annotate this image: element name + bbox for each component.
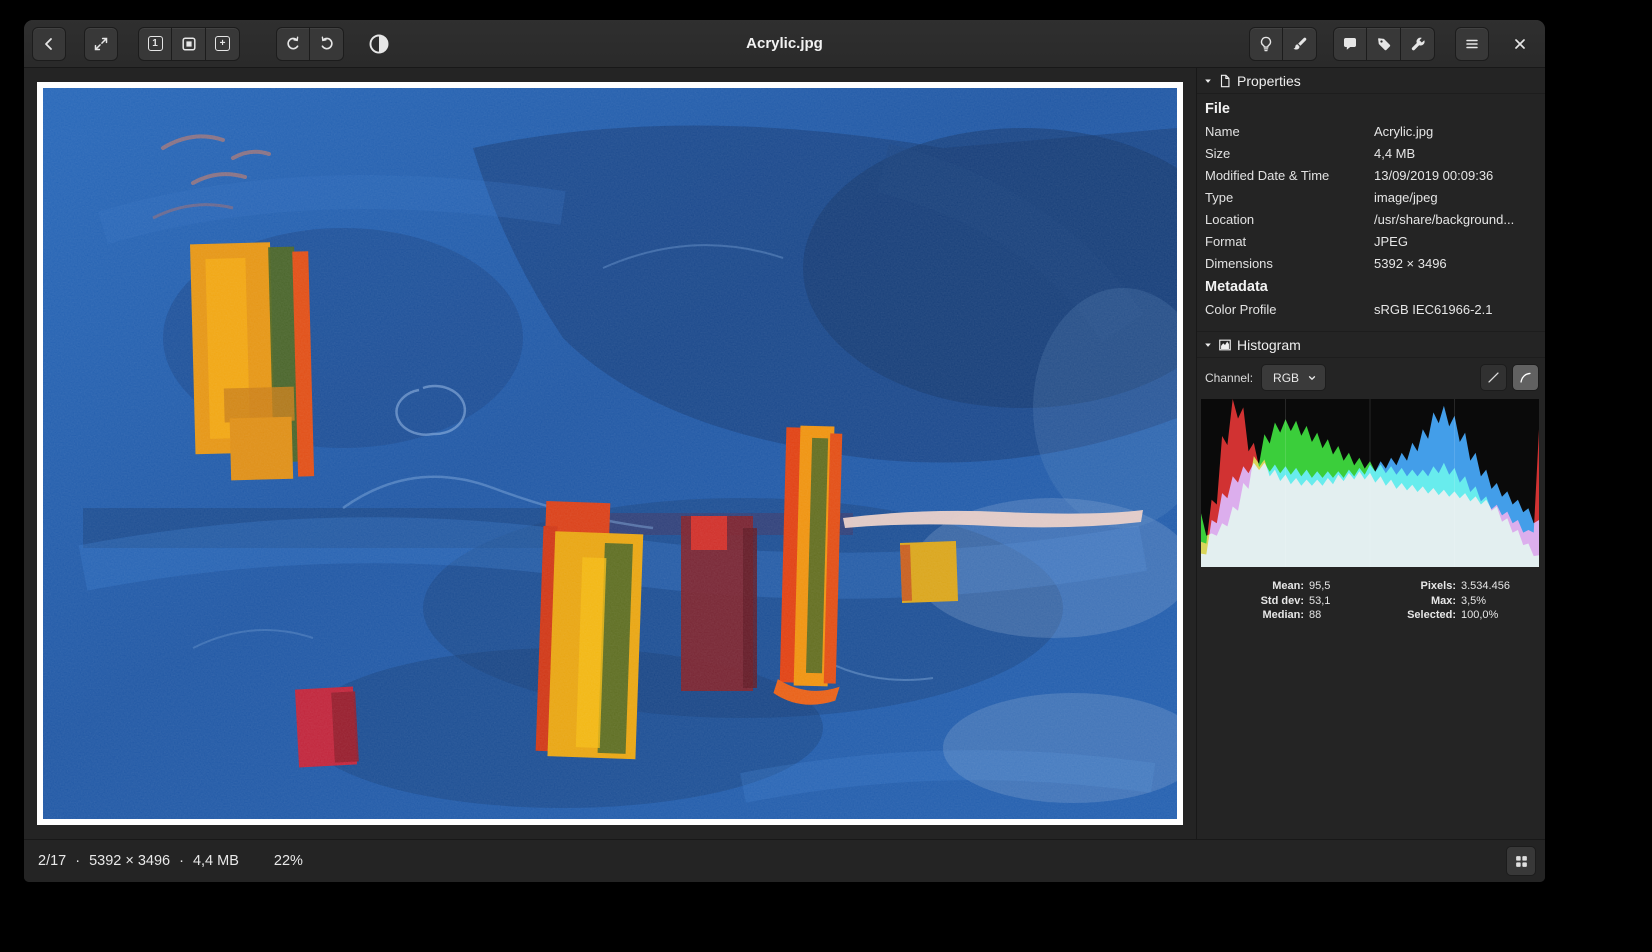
channel-label: Channel: xyxy=(1205,371,1253,385)
prop-row-dimensions: Dimensions 5392 × 3496 xyxy=(1205,253,1537,275)
contrast-circle-icon xyxy=(368,33,390,55)
tags-button[interactable] xyxy=(1367,27,1401,61)
enhance-button[interactable] xyxy=(1249,27,1283,61)
stat-value-mean: 95,5 xyxy=(1309,579,1387,594)
lightbulb-icon xyxy=(1258,36,1274,52)
document-icon xyxy=(1218,74,1232,88)
stat-value-selected: 100,0% xyxy=(1461,608,1541,623)
scale-button-group xyxy=(1480,364,1539,391)
histogram-stats: Mean: 95,5 Pixels: 3.534.456 Std dev: 53… xyxy=(1197,571,1545,623)
histogram-icon xyxy=(1218,338,1232,352)
statusbar-separator: · xyxy=(179,853,184,869)
stat-label-median: Median: xyxy=(1197,608,1309,623)
zoom-original-button[interactable]: 1 xyxy=(138,27,172,61)
toolbar-right xyxy=(1249,27,1537,61)
histogram-panel-title: Histogram xyxy=(1237,337,1301,353)
statusbar-dimensions: 5392 × 3496 xyxy=(89,853,170,869)
log-scale-button[interactable] xyxy=(1512,364,1539,391)
rotate-left-button[interactable] xyxy=(276,27,310,61)
linear-scale-icon xyxy=(1487,371,1500,384)
wrench-icon xyxy=(1410,36,1426,52)
photo-acrylic-painting[interactable] xyxy=(37,82,1183,825)
histogram-chart xyxy=(1201,399,1539,567)
headerbar: Acrylic.jpg 1 + xyxy=(24,20,1545,68)
channel-row: Channel: RGB xyxy=(1197,358,1545,397)
toolbar-left: 1 + xyxy=(32,27,396,61)
tools-button[interactable] xyxy=(1401,27,1435,61)
rotate-left-icon xyxy=(285,36,301,52)
histogram-plot xyxy=(1201,399,1539,567)
expander-triangle-icon xyxy=(1203,76,1213,86)
statusbar-separator: · xyxy=(75,853,80,869)
channel-dropdown-value: RGB xyxy=(1273,371,1299,385)
statusbar: 2/17 · 5392 × 3496 · 4,4 MB 22% xyxy=(24,839,1545,882)
thumbnails-button[interactable] xyxy=(1506,846,1536,876)
stat-value-median: 88 xyxy=(1309,608,1387,623)
back-button[interactable] xyxy=(32,27,66,61)
stat-label-selected: Selected: xyxy=(1387,608,1461,623)
statusbar-zoom-level: 22% xyxy=(274,853,303,869)
close-button[interactable] xyxy=(1503,27,1537,61)
rotate-button-group xyxy=(276,27,344,61)
close-icon xyxy=(1512,36,1528,52)
stat-label-stddev: Std dev: xyxy=(1197,594,1309,609)
properties-table: File Name Acrylic.jpg Size 4,4 MB Modifi… xyxy=(1197,94,1545,331)
zoom-button-group: 1 + xyxy=(138,27,240,61)
hamburger-icon xyxy=(1464,36,1480,52)
annotation-group xyxy=(1333,27,1435,61)
statusbar-position: 2/17 xyxy=(38,853,66,869)
tag-icon xyxy=(1376,36,1392,52)
section-title-file: File xyxy=(1205,97,1537,121)
linear-scale-button[interactable] xyxy=(1480,364,1507,391)
stat-label-mean: Mean: xyxy=(1197,579,1309,594)
stat-value-max: 3,5% xyxy=(1461,594,1541,609)
log-scale-icon xyxy=(1519,371,1532,384)
enhance-edit-group xyxy=(1249,27,1317,61)
comment-button[interactable] xyxy=(1333,27,1367,61)
stat-value-pixels: 3.534.456 xyxy=(1461,579,1541,594)
channel-dropdown[interactable]: RGB xyxy=(1261,364,1326,391)
paintbrush-icon xyxy=(1292,36,1308,52)
rotate-right-button[interactable] xyxy=(310,27,344,61)
zoom-original-icon: 1 xyxy=(148,36,163,51)
zoom-in-icon: + xyxy=(215,36,230,51)
properties-sidebar: Properties File Name Acrylic.jpg Size 4,… xyxy=(1196,68,1545,839)
section-title-metadata: Metadata xyxy=(1205,275,1537,299)
main-content: Properties File Name Acrylic.jpg Size 4,… xyxy=(24,68,1545,839)
fullscreen-icon xyxy=(93,36,109,52)
image-viewer-window: Acrylic.jpg 1 + xyxy=(24,20,1545,882)
properties-panel-title: Properties xyxy=(1237,73,1301,89)
menu-button[interactable] xyxy=(1455,27,1489,61)
prop-row-type: Type image/jpeg xyxy=(1205,187,1537,209)
prop-row-modified: Modified Date & Time 13/09/2019 00:09:36 xyxy=(1205,165,1537,187)
chevron-left-icon xyxy=(41,36,57,52)
painting-artwork xyxy=(43,88,1177,819)
image-viewer-area xyxy=(24,68,1196,839)
speech-bubble-icon xyxy=(1342,36,1358,52)
zoom-fit-button[interactable] xyxy=(172,27,206,61)
rotate-right-icon xyxy=(319,36,335,52)
edit-button[interactable] xyxy=(1283,27,1317,61)
zoom-fit-icon xyxy=(181,36,197,52)
properties-panel-header[interactable]: Properties xyxy=(1197,68,1545,94)
prop-row-location: Location /usr/share/background... xyxy=(1205,209,1537,231)
prop-row-color-profile: Color Profile sRGB IEC61966-2.1 xyxy=(1205,299,1537,321)
histogram-panel-header[interactable]: Histogram xyxy=(1197,332,1545,358)
zoom-in-button[interactable]: + xyxy=(206,27,240,61)
histogram-section: Histogram Channel: RGB xyxy=(1197,331,1545,623)
prop-row-name: Name Acrylic.jpg xyxy=(1205,121,1537,143)
fullscreen-button[interactable] xyxy=(84,27,118,61)
grid-icon xyxy=(1514,854,1529,869)
chevron-down-icon xyxy=(1307,373,1317,383)
statusbar-filesize: 4,4 MB xyxy=(193,853,239,869)
stat-label-pixels: Pixels: xyxy=(1387,579,1461,594)
prop-row-size: Size 4,4 MB xyxy=(1205,143,1537,165)
adjust-colors-button[interactable] xyxy=(362,27,396,61)
stat-label-max: Max: xyxy=(1387,594,1461,609)
prop-row-format: Format JPEG xyxy=(1205,231,1537,253)
expander-triangle-icon xyxy=(1203,340,1213,350)
stat-value-stddev: 53,1 xyxy=(1309,594,1387,609)
